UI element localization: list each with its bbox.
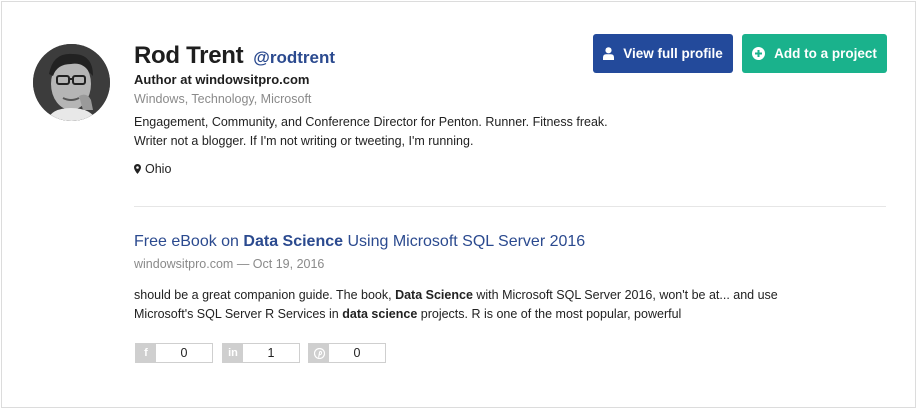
name-row: Rod Trent @rodtrent [134,42,335,70]
facebook-icon: f [136,344,156,362]
view-full-profile-button[interactable]: View full profile [593,34,733,73]
snippet-line: should be a great companion guide. The b… [134,286,854,305]
bio-line: Engagement, Community, and Conference Di… [134,115,608,129]
snippet-text: should be a great companion guide. The b… [134,288,396,302]
linkedin-share-count: 1 [267,346,275,360]
pinterest-share-count: 0 [353,346,361,360]
article-meta: windowsitpro.com — Oct 19, 2016 [134,257,324,271]
article-date: Oct 19, 2016 [252,257,325,271]
snippet-line: Microsoft's SQL Server R Services in dat… [134,305,854,324]
view-full-profile-label: View full profile [623,46,723,61]
article-title-link[interactable]: Free eBook on Data Science Using Microso… [134,233,585,251]
pinterest-icon [309,344,329,362]
article-source: windowsitpro.com [134,257,234,271]
divider [134,206,886,207]
map-pin-icon [134,164,141,174]
facebook-share-button[interactable]: f 0 [135,343,213,363]
pinterest-share-button[interactable]: 0 [308,343,386,363]
bio-line: Writer not a blogger. If I'm not writing… [134,134,474,148]
snippet-highlight: data science [342,307,418,321]
article-title-highlight: Data Science [243,233,344,250]
profile-location: Ohio [134,162,171,176]
plus-circle-icon [752,47,766,60]
profile-tags: Windows, Technology, Microsoft [134,92,312,106]
add-to-project-label: Add to a project [774,46,877,61]
snippet-text: projects. R is one of the most popular, … [417,307,682,321]
snippet-text: with Microsoft SQL Server 2016, won't be… [472,288,778,302]
location-text: Ohio [145,162,172,176]
profile-card: Rod Trent @rodtrent Author at windowsitp… [1,1,916,408]
article-title-part: Using Microsoft SQL Server 2016 [343,233,586,250]
snippet-highlight: Data Science [395,288,473,302]
profile-role: Author at windowsitpro.com [134,72,310,87]
article-snippet: should be a great companion guide. The b… [134,286,854,324]
article-title-part: Free eBook on [134,233,244,250]
facebook-share-count: 0 [180,346,188,360]
user-photo-icon [33,44,110,121]
profile-name: Rod Trent [134,42,244,69]
article-date-separator: — [233,257,253,271]
profile-handle[interactable]: @rodtrent [253,48,335,68]
profile-bio: Engagement, Community, and Conference Di… [134,113,694,151]
user-icon [603,47,615,60]
add-to-project-button[interactable]: Add to a project [742,34,887,73]
linkedin-share-button[interactable]: in 1 [222,343,300,363]
avatar[interactable] [33,44,110,121]
snippet-text: Microsoft's SQL Server R Services in [134,307,343,321]
pinterest-glyph-icon [313,347,325,359]
linkedin-icon: in [223,344,243,362]
